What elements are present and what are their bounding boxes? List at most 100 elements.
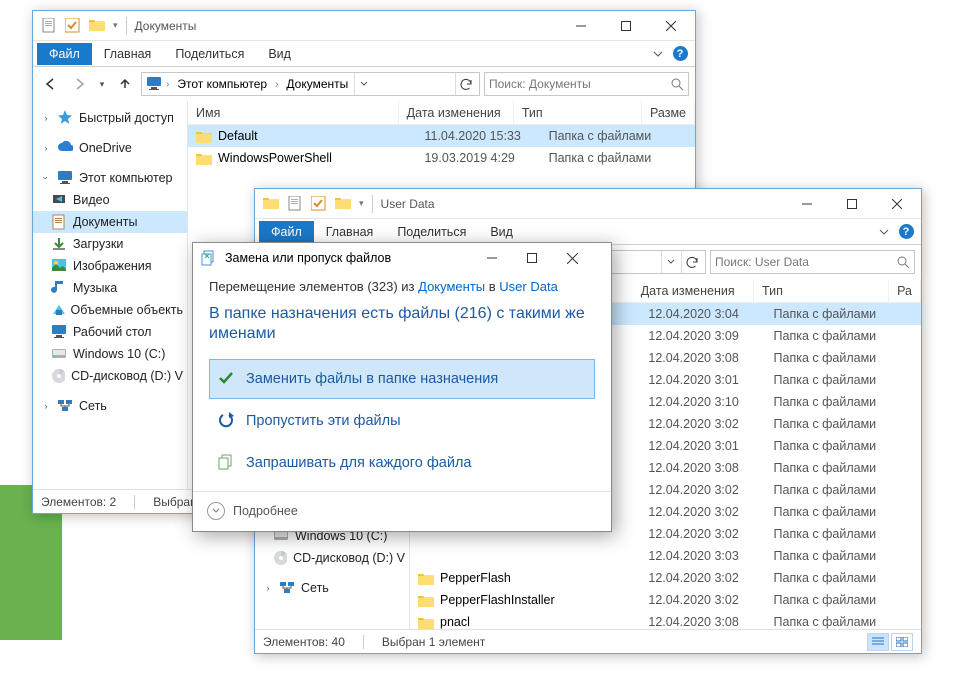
col-type[interactable]: Тип — [754, 279, 889, 302]
thispc-icon — [146, 76, 162, 92]
folder-icon — [335, 196, 351, 212]
titlebar-separator — [126, 17, 127, 35]
tab-home[interactable]: Главная — [92, 43, 164, 65]
col-size[interactable]: Разме — [642, 101, 695, 124]
chevron-right-icon[interactable]: › — [164, 79, 171, 90]
nav-item-icon — [51, 324, 67, 340]
dialog-titlebar[interactable]: Замена или пропуск файлов — [193, 243, 611, 273]
qat-chevron[interactable]: ▾ — [359, 198, 364, 209]
titlebar-separator — [372, 195, 373, 213]
nav-item[interactable]: Загрузки — [33, 233, 187, 255]
nav-item[interactable]: Объемные объекть — [33, 299, 187, 321]
tab-share[interactable]: Поделиться — [163, 43, 256, 65]
breadcrumb-thispc[interactable]: Этот компьютер — [173, 77, 271, 91]
search-box[interactable]: Поиск: User Data — [710, 250, 915, 274]
titlebar[interactable]: ▾ Документы — [33, 11, 695, 41]
search-box[interactable]: Поиск: Документы — [484, 72, 689, 96]
col-date[interactable]: Дата изменения — [399, 101, 514, 124]
maximize-button[interactable] — [829, 190, 874, 218]
select-check-icon[interactable] — [65, 18, 81, 34]
check-icon — [218, 370, 236, 388]
close-button[interactable] — [648, 12, 693, 40]
folder-icon — [196, 130, 212, 143]
nav-item[interactable]: Windows 10 (C:) — [33, 343, 187, 365]
source-link[interactable]: Документы — [418, 279, 485, 294]
cd-icon — [273, 550, 287, 566]
nav-network[interactable]: ›Сеть — [255, 577, 409, 599]
help-button[interactable]: ? — [895, 221, 917, 243]
col-name[interactable]: Имя — [188, 101, 399, 124]
nav-onedrive[interactable]: ›OneDrive — [33, 137, 187, 159]
nav-pane[interactable]: ›Быстрый доступ ›OneDrive ›Этот компьюте… — [33, 101, 188, 489]
nav-item[interactable]: Рабочий стол — [33, 321, 187, 343]
option-ask-each[interactable]: Запрашивать для каждого файла — [209, 443, 595, 483]
tab-view[interactable]: Вид — [478, 221, 525, 243]
titlebar[interactable]: ▾ User Data — [255, 189, 921, 219]
nav-thispc[interactable]: ›Этот компьютер — [33, 167, 187, 189]
file-row[interactable]: pnacl12.04.2020 3:08Папка с файлами — [410, 611, 921, 629]
tab-share[interactable]: Поделиться — [385, 221, 478, 243]
minimize-button[interactable] — [784, 190, 829, 218]
monitor-icon — [57, 170, 73, 186]
file-row[interactable]: PepperFlash12.04.2020 3:02Папка с файлам… — [410, 567, 921, 589]
close-button[interactable] — [567, 253, 607, 264]
file-row[interactable]: Default11.04.2020 15:33Папка с файлами — [188, 125, 695, 147]
qat-chevron[interactable]: ▾ — [113, 20, 118, 31]
tab-view[interactable]: Вид — [256, 43, 303, 65]
select-check-icon[interactable] — [311, 196, 327, 212]
tab-file[interactable]: Файл — [37, 43, 92, 65]
skip-icon — [218, 412, 236, 430]
file-row[interactable]: WindowsPowerShell19.03.2019 4:29Папка с … — [188, 147, 695, 169]
nav-item-icon — [51, 192, 67, 208]
nav-network[interactable]: ›Сеть — [33, 395, 187, 417]
nav-item[interactable]: Музыка — [33, 277, 187, 299]
nav-drive-d[interactable]: CD-дисковод (D:) V — [255, 547, 409, 569]
ribbon: Файл Главная Поделиться Вид ? — [33, 41, 695, 67]
chevron-down-icon[interactable] — [207, 502, 225, 520]
nav-item[interactable]: CD-дисковод (D:) V — [33, 365, 187, 387]
properties-icon[interactable] — [287, 196, 303, 212]
window-title: User Data — [381, 197, 435, 211]
more-details-link[interactable]: Подробнее — [233, 504, 298, 518]
folder-icon — [418, 616, 434, 629]
col-type[interactable]: Тип — [514, 101, 642, 124]
tab-file[interactable]: Файл — [259, 221, 314, 243]
refresh-button[interactable] — [455, 73, 477, 95]
nav-item[interactable]: Изображения — [33, 255, 187, 277]
forward-button[interactable] — [67, 72, 91, 96]
col-size[interactable]: Ра — [889, 279, 921, 302]
minimize-button[interactable] — [487, 253, 527, 264]
col-date[interactable]: Дата изменения — [633, 279, 754, 302]
help-button[interactable]: ? — [669, 43, 691, 65]
minimize-button[interactable] — [558, 12, 603, 40]
back-button[interactable] — [39, 72, 63, 96]
refresh-button[interactable] — [681, 251, 703, 273]
ribbon-expand-icon[interactable] — [873, 221, 895, 243]
recent-locations[interactable]: ▾ — [95, 72, 109, 96]
address-bar[interactable]: › Этот компьютер › Документы — [141, 72, 480, 96]
up-button[interactable] — [113, 72, 137, 96]
nav-quick-access[interactable]: ›Быстрый доступ — [33, 107, 187, 129]
address-history-dropdown[interactable] — [354, 73, 372, 95]
column-headers[interactable]: Имя Дата изменения Тип Разме — [188, 101, 695, 125]
chevron-right-icon[interactable]: › — [273, 79, 280, 90]
address-history-dropdown[interactable] — [661, 251, 679, 273]
close-button[interactable] — [874, 190, 919, 218]
maximize-button[interactable] — [603, 12, 648, 40]
properties-icon[interactable] — [41, 18, 57, 34]
file-row[interactable]: 12.04.2020 3:03Папка с файлами — [410, 545, 921, 567]
conflict-dialog[interactable]: Замена или пропуск файлов Перемещение эл… — [192, 242, 612, 532]
tab-home[interactable]: Главная — [314, 221, 386, 243]
ribbon-expand-icon[interactable] — [647, 43, 669, 65]
nav-item[interactable]: Видео — [33, 189, 187, 211]
nav-item[interactable]: Документы — [33, 211, 187, 233]
file-row[interactable]: PepperFlashInstaller12.04.2020 3:02Папка… — [410, 589, 921, 611]
dest-link[interactable]: User Data — [499, 279, 558, 294]
view-details-button[interactable] — [867, 633, 889, 651]
maximize-button[interactable] — [527, 253, 567, 264]
option-skip[interactable]: Пропустить эти файлы — [209, 401, 595, 441]
breadcrumb-documents[interactable]: Документы — [282, 77, 352, 91]
folder-icon — [89, 18, 105, 34]
option-replace[interactable]: Заменить файлы в папке назначения — [209, 359, 595, 399]
view-large-icons-button[interactable] — [891, 633, 913, 651]
